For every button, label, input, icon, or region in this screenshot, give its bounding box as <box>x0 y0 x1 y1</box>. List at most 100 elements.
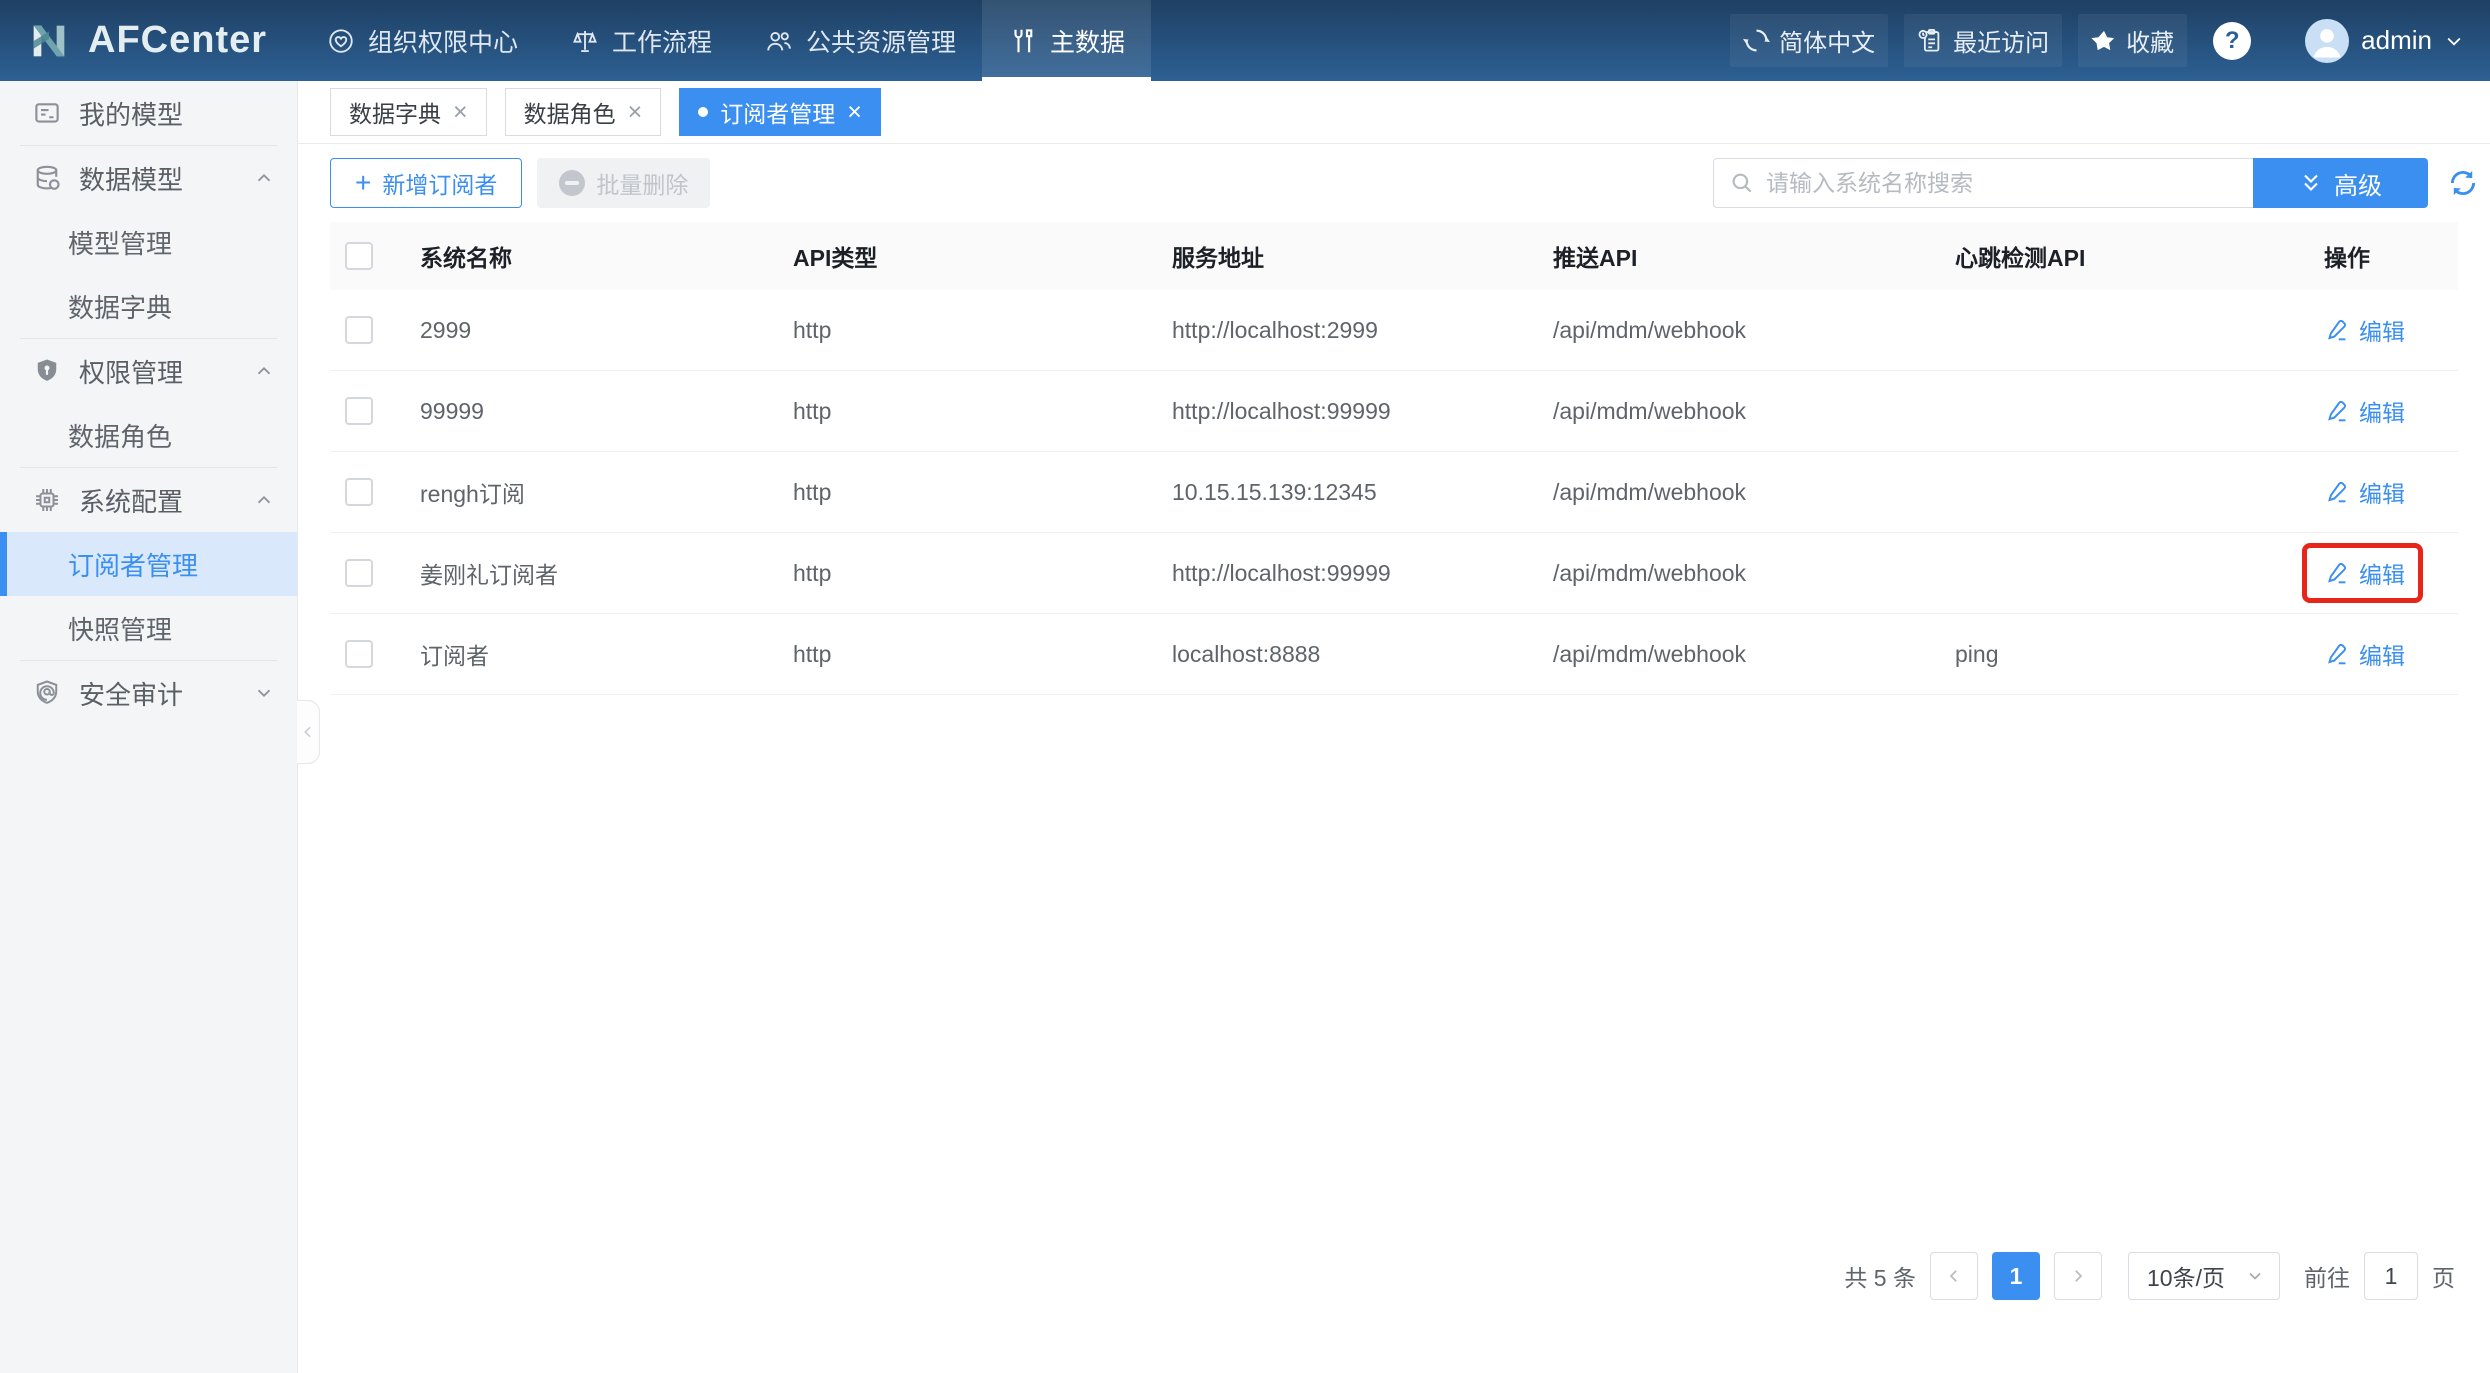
batch-delete-button[interactable]: 批量删除 <box>537 158 710 208</box>
nav-item-master-data[interactable]: 主数据 <box>982 0 1151 81</box>
cell-push-api: /api/mdm/webhook <box>1553 398 1955 425</box>
cell-api-type: http <box>793 560 1172 587</box>
pencil-icon <box>2324 641 2350 667</box>
advanced-search-button[interactable]: 高级 <box>2253 158 2428 208</box>
close-icon[interactable]: × <box>847 100 862 125</box>
edit-button[interactable]: 编辑 <box>2324 556 2405 590</box>
recent-label: 最近访问 <box>1953 23 2049 58</box>
sidebar-item-subscriber-management[interactable]: 订阅者管理 <box>0 532 297 596</box>
col-push-api: 推送API <box>1553 239 1955 273</box>
sidebar-item-security-audit[interactable]: 安全审计 <box>0 661 297 725</box>
cell-service-address: http://localhost:99999 <box>1172 560 1553 587</box>
edit-button[interactable]: 编辑 <box>2324 475 2405 509</box>
cell-service-address: http://localhost:99999 <box>1172 398 1553 425</box>
close-icon[interactable]: × <box>453 100 468 125</box>
cell-actions: 编辑 <box>2318 637 2458 671</box>
chevron-up-icon <box>253 167 275 189</box>
select-all-checkbox[interactable] <box>345 242 373 270</box>
edit-label: 编辑 <box>2359 475 2405 509</box>
sidebar-collapse-handle[interactable] <box>297 700 320 764</box>
sidebar: 我的模型 数据模型 模型管理 数据字典 <box>0 81 298 1373</box>
row-checkbox[interactable] <box>345 478 373 506</box>
sidebar-item-permission-management[interactable]: 权限管理 <box>0 339 297 403</box>
table-body: 2999 http http://localhost:2999 /api/mdm… <box>330 290 2458 695</box>
sidebar-item-data-roles[interactable]: 数据角色 <box>0 403 297 467</box>
add-subscriber-button[interactable]: + 新增订阅者 <box>330 158 522 208</box>
table-header: 系统名称 API类型 服务地址 推送API 心跳检测API 操作 <box>330 222 2458 290</box>
nav-item-public-resources[interactable]: 公共资源管理 <box>738 0 982 81</box>
sidebar-item-data-dictionary[interactable]: 数据字典 <box>0 274 297 338</box>
refresh-icon[interactable] <box>2446 166 2480 200</box>
next-page-button[interactable] <box>2054 1252 2102 1300</box>
user-menu[interactable]: admin <box>2305 19 2464 63</box>
pencil-icon <box>2324 560 2350 586</box>
col-system-name: 系统名称 <box>420 239 793 273</box>
goto-page-input[interactable] <box>2364 1252 2418 1300</box>
app-logo: AFCenter <box>0 0 260 81</box>
topbar-right: 简体中文 最近访问 <box>1730 0 2490 81</box>
edit-label: 编辑 <box>2359 394 2405 428</box>
cell-api-type: http <box>793 317 1172 344</box>
favorites[interactable]: 收藏 <box>2078 14 2187 67</box>
goto-label: 前往 <box>2304 1259 2350 1293</box>
nav-item-org-permission-center[interactable]: 组织权限中心 <box>300 0 544 81</box>
username: admin <box>2361 25 2432 56</box>
prev-page-button[interactable] <box>1930 1252 1978 1300</box>
table-row: 姜刚礼订阅者 http http://localhost:99999 /api/… <box>330 533 2458 614</box>
nav-label: 组织权限中心 <box>368 23 518 59</box>
tab-data-roles[interactable]: 数据角色 × <box>505 88 662 136</box>
edit-label: 编辑 <box>2359 556 2405 590</box>
plus-icon: + <box>355 169 371 197</box>
shield-icon <box>32 356 62 386</box>
tab-data-dictionary[interactable]: 数据字典 × <box>330 88 487 136</box>
double-chevron-down-icon <box>2299 171 2323 195</box>
row-checkbox[interactable] <box>345 640 373 668</box>
chevron-down-icon <box>2245 1266 2265 1286</box>
sidebar-item-label: 订阅者管理 <box>68 546 198 583</box>
top-navbar: AFCenter 组织权限中心 工作流程 <box>0 0 2490 81</box>
tab-subscriber-management[interactable]: 订阅者管理 × <box>679 88 881 136</box>
row-checkbox[interactable] <box>345 397 373 425</box>
page-size-select[interactable]: 10条/页 <box>2128 1252 2280 1300</box>
help-button[interactable]: ? <box>2213 22 2251 60</box>
page-number-button[interactable]: 1 <box>1992 1252 2040 1300</box>
sidebar-item-label: 系统配置 <box>79 482 183 519</box>
cell-service-address: localhost:8888 <box>1172 641 1553 668</box>
sidebar-item-label: 我的模型 <box>79 95 183 132</box>
sidebar-item-system-config[interactable]: 系统配置 <box>0 468 297 532</box>
cell-actions: 编辑 <box>2318 394 2458 428</box>
close-icon[interactable]: × <box>628 100 643 125</box>
toolbar: + 新增订阅者 批量删除 <box>298 144 2490 222</box>
cell-actions: 编辑 <box>2318 475 2458 509</box>
main-content: 数据字典 × 数据角色 × 订阅者管理 × + 新增订阅者 批量删除 <box>298 81 2490 1373</box>
sidebar-item-label: 数据字典 <box>68 288 172 325</box>
sidebar-item-my-models[interactable]: 我的模型 <box>0 81 297 145</box>
sidebar-item-label: 数据角色 <box>68 417 172 454</box>
edit-button[interactable]: 编辑 <box>2324 637 2405 671</box>
nav-item-workflow[interactable]: 工作流程 <box>544 0 738 81</box>
sidebar-item-model-management[interactable]: 模型管理 <box>0 210 297 274</box>
row-checkbox[interactable] <box>345 316 373 344</box>
edit-button[interactable]: 编辑 <box>2324 394 2405 428</box>
favorites-label: 收藏 <box>2126 23 2174 58</box>
edit-button[interactable]: 编辑 <box>2324 313 2405 347</box>
search-area: 高级 <box>1713 158 2480 208</box>
chevron-down-icon <box>253 682 275 704</box>
row-checkbox[interactable] <box>345 559 373 587</box>
search-input-wrap <box>1713 158 2253 208</box>
recent-clipboard-icon <box>1917 27 1944 54</box>
scales-icon <box>570 26 600 56</box>
cell-api-type: http <box>793 641 1172 668</box>
sidebar-item-data-models[interactable]: 数据模型 <box>0 146 297 210</box>
cell-actions: 编辑 <box>2318 313 2458 347</box>
nav-label: 工作流程 <box>612 23 712 59</box>
search-input[interactable] <box>1766 170 2238 197</box>
language-switcher[interactable]: 简体中文 <box>1730 14 1888 67</box>
sidebar-item-snapshot-management[interactable]: 快照管理 <box>0 596 297 660</box>
cell-actions: 编辑 <box>2318 556 2458 590</box>
database-icon <box>32 163 62 193</box>
pencil-icon <box>2324 398 2350 424</box>
tab-label: 订阅者管理 <box>720 95 835 129</box>
recent-visits[interactable]: 最近访问 <box>1904 14 2062 67</box>
avatar <box>2305 19 2349 63</box>
